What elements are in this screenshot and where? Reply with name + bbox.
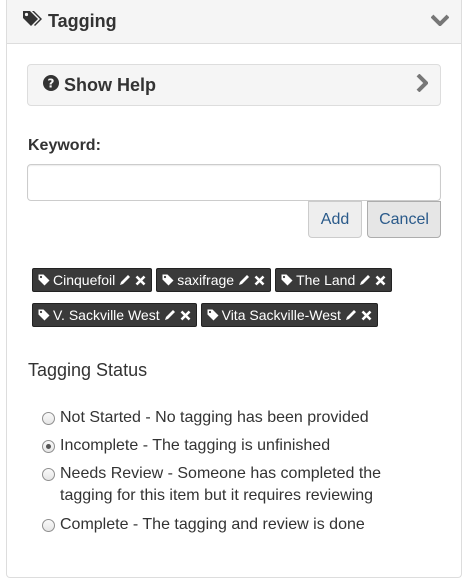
- tag-icon: [38, 309, 50, 321]
- status-option-label: Not Started - No tagging has been provid…: [60, 409, 369, 426]
- tag-item: The Land: [275, 268, 393, 292]
- chevron-right-icon[interactable]: [416, 73, 429, 97]
- status-option-complete[interactable]: Complete - The tagging and review is don…: [42, 514, 400, 536]
- tag-icon: [162, 274, 174, 286]
- tag-item: Cinquefoil: [32, 268, 153, 292]
- close-icon[interactable]: [254, 275, 265, 286]
- status-option-not-started[interactable]: Not Started - No tagging has been provid…: [42, 407, 400, 429]
- tag-item: saxifrage: [156, 268, 272, 292]
- pencil-icon[interactable]: [345, 309, 357, 321]
- keyword-input[interactable]: [27, 164, 441, 201]
- tag-icon: [207, 309, 219, 321]
- tag-icon: [281, 274, 293, 286]
- pencil-icon[interactable]: [119, 274, 131, 286]
- cancel-button[interactable]: Cancel: [367, 201, 441, 238]
- tag-label: saxifrage: [177, 272, 235, 288]
- svg-text:?: ?: [48, 76, 55, 90]
- panel-heading[interactable]: Tagging: [7, 0, 461, 44]
- tag-icon: [38, 274, 50, 286]
- tag-item: V. Sackville West: [32, 303, 197, 327]
- question-circle-icon: ?: [43, 74, 59, 96]
- tagging-status-title: Tagging Status: [28, 360, 148, 380]
- tagging-panel: Tagging ? Show Help Keyword: Add Cancel: [6, 0, 462, 578]
- tag-row: Cinquefoil saxifrage The Land: [32, 268, 393, 292]
- pencil-icon[interactable]: [238, 274, 250, 286]
- keyword-label: Keyword:: [28, 137, 101, 154]
- tag-label: The Land: [296, 272, 356, 288]
- radio-button[interactable]: [42, 468, 55, 481]
- status-option-label: Complete - The tagging and review is don…: [60, 516, 365, 533]
- pencil-icon[interactable]: [359, 274, 371, 286]
- panel-title: Tagging: [48, 11, 117, 31]
- tag-row: V. Sackville West Vita Sackville-West: [32, 303, 378, 327]
- radio-button[interactable]: [42, 440, 55, 453]
- radio-button[interactable]: [42, 519, 55, 532]
- add-button[interactable]: Add: [308, 201, 362, 238]
- tag-label: Vita Sackville-West: [221, 307, 341, 323]
- tags-icon: [22, 10, 42, 33]
- show-help-toggle[interactable]: ? Show Help: [27, 64, 441, 106]
- close-icon[interactable]: [361, 310, 372, 321]
- status-option-needs-review[interactable]: Needs Review - Someone has completed the…: [42, 463, 400, 507]
- close-icon[interactable]: [135, 275, 146, 286]
- status-option-label: Incomplete - The tagging is unfinished: [60, 437, 331, 454]
- tag-item: Vita Sackville-West: [200, 303, 378, 327]
- close-icon[interactable]: [180, 310, 191, 321]
- close-icon[interactable]: [375, 275, 386, 286]
- radio-button[interactable]: [42, 412, 55, 425]
- pencil-icon[interactable]: [164, 309, 176, 321]
- status-option-label: Needs Review - Someone has completed the…: [60, 465, 382, 504]
- status-option-incomplete[interactable]: Incomplete - The tagging is unfinished: [42, 435, 400, 457]
- show-help-label: Show Help: [64, 74, 157, 95]
- tag-label: V. Sackville West: [53, 307, 160, 323]
- tag-label: Cinquefoil: [53, 272, 116, 288]
- chevron-down-icon[interactable]: [430, 13, 450, 31]
